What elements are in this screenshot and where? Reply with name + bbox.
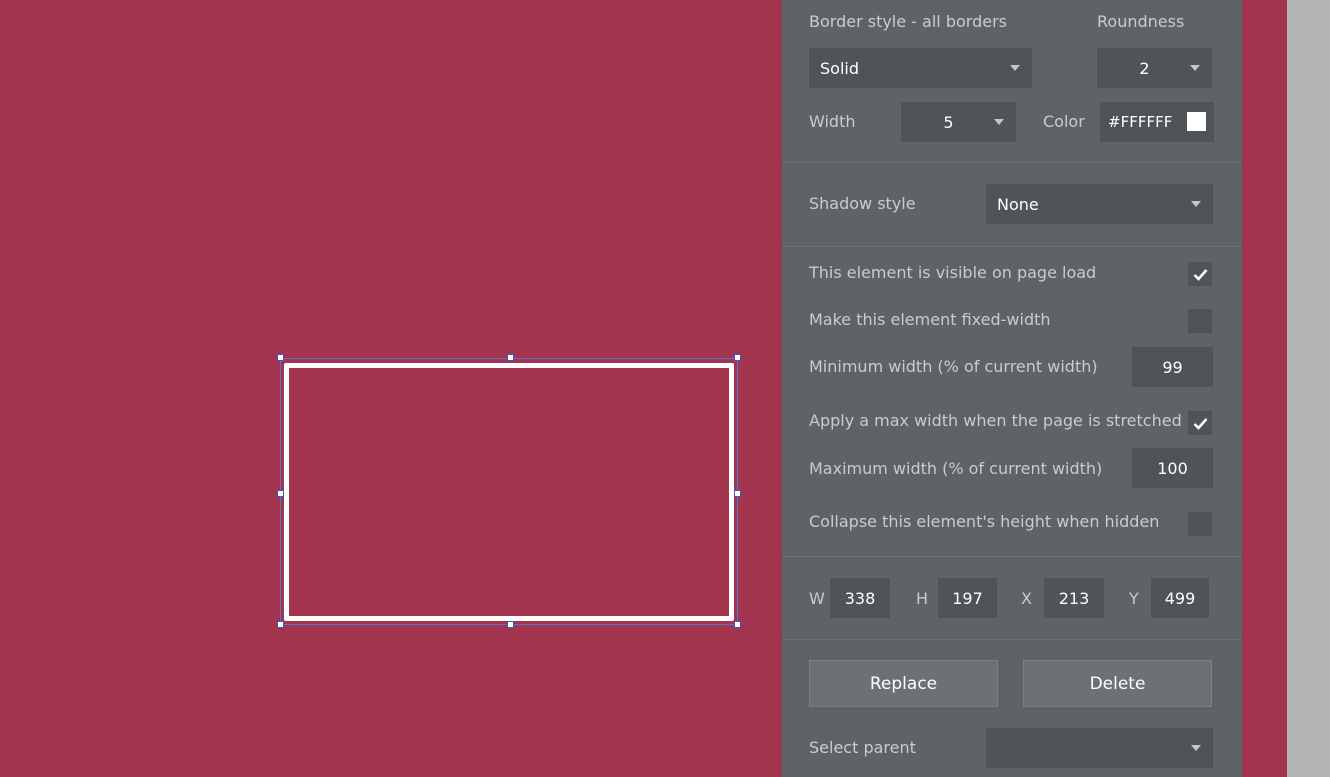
roundness-label: Roundness: [1097, 12, 1185, 31]
vertical-scrollbar[interactable]: [1287, 0, 1330, 777]
border-style-label: Border style - all borders: [809, 12, 1007, 31]
roundness-dropdown[interactable]: 2: [1097, 48, 1212, 88]
x-input[interactable]: 213: [1044, 578, 1104, 618]
border-color-value: #FFFFFF: [1108, 113, 1173, 131]
visible-on-load-checkbox[interactable]: [1188, 262, 1212, 286]
caret-down-icon: [1010, 65, 1020, 71]
fixed-width-checkbox[interactable]: [1188, 309, 1212, 333]
h-label: H: [916, 589, 929, 608]
y-label: Y: [1129, 589, 1139, 608]
visible-on-load-label: This element is visible on page load: [809, 263, 1097, 282]
resize-handle-top-right[interactable]: [734, 354, 741, 361]
checkmark-icon: [1193, 417, 1207, 430]
max-width-apply-label: Apply a max width when the page is stret…: [809, 411, 1182, 430]
divider: [782, 246, 1242, 247]
resize-handle-top-left[interactable]: [277, 354, 284, 361]
resize-handle-top-center[interactable]: [507, 354, 514, 361]
border-style-value: Solid: [820, 58, 859, 78]
h-input[interactable]: 197: [938, 578, 997, 618]
resize-handle-bottom-center[interactable]: [507, 621, 514, 628]
select-parent-dropdown[interactable]: [986, 728, 1213, 768]
max-width-label: Maximum width (% of current width): [809, 459, 1103, 478]
y-input[interactable]: 499: [1151, 578, 1209, 618]
delete-button[interactable]: Delete: [1023, 660, 1212, 707]
border-width-dropdown[interactable]: 5: [901, 102, 1016, 142]
border-width-label: Width: [809, 112, 856, 131]
roundness-value: 2: [1139, 58, 1150, 78]
shadow-style-label: Shadow style: [809, 194, 916, 213]
resize-handle-bottom-left[interactable]: [277, 621, 284, 628]
selected-element[interactable]: [280, 358, 738, 625]
checkmark-icon: [1193, 268, 1207, 281]
w-label: W: [809, 589, 825, 608]
border-color-label: Color: [1043, 112, 1085, 131]
border-width-value: 5: [943, 112, 954, 132]
select-parent-label: Select parent: [809, 738, 916, 757]
x-label: X: [1021, 589, 1032, 608]
caret-down-icon: [1191, 745, 1201, 751]
editor-canvas[interactable]: [0, 0, 782, 777]
resize-handle-middle-left[interactable]: [277, 490, 284, 497]
shadow-style-value: None: [997, 194, 1039, 214]
resize-handle-middle-right[interactable]: [734, 490, 741, 497]
shadow-style-dropdown[interactable]: None: [986, 184, 1213, 224]
divider: [782, 556, 1242, 557]
fixed-width-label: Make this element fixed-width: [809, 310, 1051, 329]
caret-down-icon: [1191, 201, 1201, 207]
collapse-height-label: Collapse this element's height when hidd…: [809, 512, 1160, 531]
max-width-apply-checkbox[interactable]: [1188, 411, 1212, 435]
property-panel: Border style - all borders Roundness Sol…: [782, 0, 1242, 777]
w-input[interactable]: 338: [830, 578, 890, 618]
canvas-edge: [1242, 0, 1287, 777]
replace-button[interactable]: Replace: [809, 660, 998, 707]
caret-down-icon: [994, 119, 1004, 125]
resize-handle-bottom-right[interactable]: [734, 621, 741, 628]
min-width-input[interactable]: 99: [1132, 347, 1213, 387]
max-width-input[interactable]: 100: [1132, 448, 1213, 488]
divider: [782, 639, 1242, 640]
border-style-dropdown[interactable]: Solid: [809, 48, 1032, 88]
min-width-label: Minimum width (% of current width): [809, 357, 1098, 376]
caret-down-icon: [1190, 65, 1200, 71]
element-border: [284, 363, 734, 621]
collapse-height-checkbox[interactable]: [1188, 512, 1212, 536]
color-swatch[interactable]: [1187, 112, 1206, 131]
divider: [782, 162, 1242, 163]
